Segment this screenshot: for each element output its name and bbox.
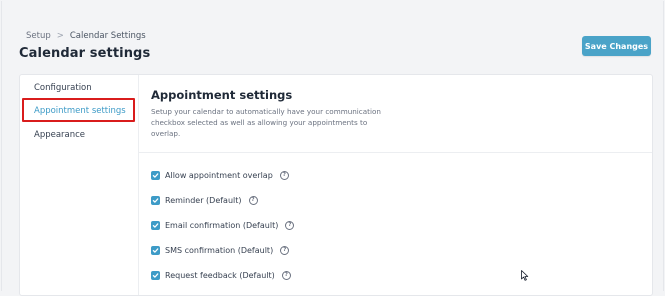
section-title: Appointment settings <box>151 88 293 102</box>
settings-content: Appointment settings Setup your calendar… <box>138 75 652 295</box>
question-circle-icon[interactable]: ? <box>248 196 258 205</box>
option-label: SMS confirmation (Default) <box>165 246 274 255</box>
breadcrumb: Setup > Calendar Settings <box>26 31 146 41</box>
breadcrumb-setup[interactable]: Setup <box>26 31 51 41</box>
nav-item-appearance[interactable]: Appearance <box>34 130 85 140</box>
check-icon <box>152 248 159 253</box>
section-divider <box>138 152 652 153</box>
question-circle-icon[interactable]: ? <box>279 171 289 180</box>
section-description: Setup your calendar to automatically hav… <box>151 107 381 138</box>
settings-panel: Configuration Appointment settings Appea… <box>19 74 653 296</box>
check-icon <box>152 273 159 278</box>
question-circle-icon[interactable]: ? <box>285 221 295 230</box>
request-feedback-checkbox[interactable] <box>151 271 160 280</box>
nav-item-appointment-settings[interactable]: Appointment settings <box>34 106 126 116</box>
option-label: Request feedback (Default) <box>165 271 275 280</box>
app-frame: Setup > Calendar Settings Calendar setti… <box>1 1 664 296</box>
settings-nav: Configuration Appointment settings Appea… <box>20 75 139 295</box>
option-label: Email confirmation (Default) <box>165 221 279 230</box>
email-confirmation-checkbox[interactable] <box>151 221 160 230</box>
breadcrumb-calendar-settings: Calendar Settings <box>69 31 146 41</box>
option-label: Reminder (Default) <box>165 196 242 205</box>
save-changes-button[interactable]: Save Changes <box>582 36 651 56</box>
option-sms-confirmation-default: SMS confirmation (Default) ? <box>151 246 290 255</box>
check-icon <box>152 198 159 203</box>
option-allow-appointment-overlap: Allow appointment overlap ? <box>151 171 289 180</box>
check-icon <box>152 173 159 178</box>
breadcrumb-separator: > <box>56 31 64 41</box>
question-circle-icon[interactable]: ? <box>281 271 291 280</box>
mouse-cursor-icon <box>521 270 529 281</box>
option-email-confirmation-default: Email confirmation (Default) ? <box>151 221 295 230</box>
check-icon <box>152 223 159 228</box>
option-label: Allow appointment overlap <box>165 171 273 180</box>
allow-overlap-checkbox[interactable] <box>151 171 160 180</box>
page-title: Calendar settings <box>19 46 151 61</box>
nav-item-configuration[interactable]: Configuration <box>34 83 92 93</box>
option-reminder-default: Reminder (Default) ? <box>151 196 258 205</box>
option-request-feedback-default: Request feedback (Default) ? <box>151 271 291 280</box>
question-circle-icon[interactable]: ? <box>280 246 290 255</box>
sms-confirmation-checkbox[interactable] <box>151 246 160 255</box>
reminder-checkbox[interactable] <box>151 196 160 205</box>
